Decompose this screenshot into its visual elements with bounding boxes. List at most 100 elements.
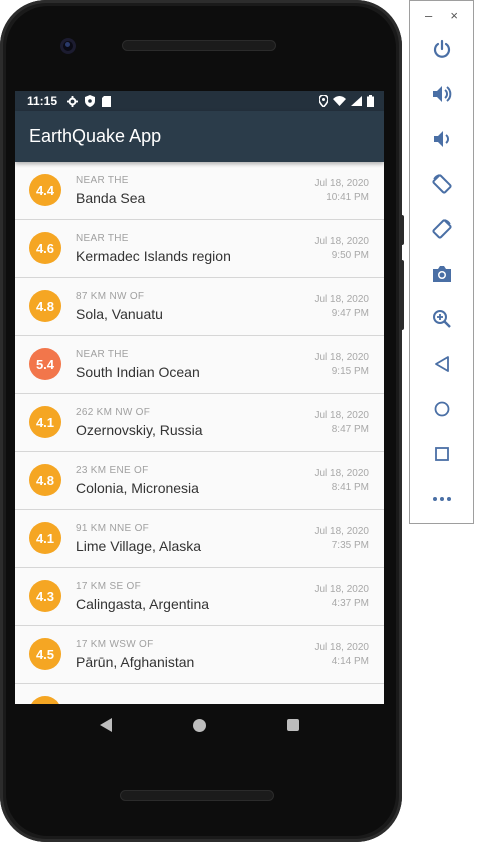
- close-button[interactable]: ×: [450, 8, 458, 23]
- back-icon: [435, 356, 449, 372]
- zoom-button[interactable]: [426, 303, 458, 335]
- magnitude-circle: 4.3: [29, 580, 61, 612]
- earthquake-row[interactable]: 4.5 17 KM WSW OF Pārūn, Afghanistan Jul 18,…: [15, 626, 384, 684]
- quake-date: Jul 18, 2020: [314, 584, 370, 595]
- location-offset: NEAR THE: [76, 233, 129, 244]
- earthquake-row[interactable]: 4.1 91 KM NNE OF Lime Village, Alaska Jul 1…: [15, 510, 384, 568]
- nav-back-icon[interactable]: [100, 718, 113, 732]
- magnitude-circle: 4.1: [29, 522, 61, 554]
- zoom-icon: [433, 310, 451, 328]
- bottom-speaker: [120, 790, 274, 801]
- primary-location: Banda Sea: [76, 190, 146, 206]
- side-button-volume: [400, 215, 404, 245]
- primary-location: Kermadec Islands region: [76, 248, 231, 264]
- earthquake-row[interactable]: 4.4 NEAR THE Banda Sea Jul 18, 2020 10:41 PM: [15, 162, 384, 220]
- location-offset: 87 KM NW OF: [76, 291, 145, 302]
- screenshot-button[interactable]: [426, 258, 458, 290]
- camera-icon: [433, 266, 451, 282]
- quake-date: Jul 18, 2020: [314, 642, 370, 653]
- quake-time: 4:14 PM: [331, 656, 369, 667]
- quake-time: 9:47 PM: [331, 308, 369, 319]
- emulator-toolbar: – ×: [409, 0, 474, 524]
- rotate-right-button[interactable]: [426, 213, 458, 245]
- power-icon: [433, 39, 451, 58]
- quake-time: 4:37 PM: [331, 598, 369, 609]
- volume-up-button[interactable]: [426, 78, 458, 110]
- primary-location: Pārūn, Afghanistan: [76, 654, 195, 670]
- nav-recents-icon[interactable]: [286, 719, 299, 731]
- quake-date: Jul 18, 2020: [314, 178, 370, 189]
- earthquake-row[interactable]: [15, 684, 384, 704]
- primary-location: Sola, Vanuatu: [76, 306, 163, 322]
- quake-time: 8:47 PM: [331, 424, 369, 435]
- quake-time: 10:41 PM: [326, 192, 369, 203]
- location-offset: NEAR THE: [76, 349, 129, 360]
- quake-time: 8:41 PM: [331, 482, 369, 493]
- volume-down-button[interactable]: [426, 123, 458, 155]
- quake-date: Jul 18, 2020: [314, 294, 370, 305]
- location-icon: [319, 95, 328, 107]
- wifi-icon: [333, 96, 346, 106]
- quake-date: Jul 18, 2020: [314, 468, 370, 479]
- signal-icon: [351, 96, 362, 106]
- nav-home-icon[interactable]: [192, 718, 206, 732]
- magnitude-circle: 4.5: [29, 638, 61, 670]
- minimize-button[interactable]: –: [425, 8, 432, 23]
- quake-time: 9:15 PM: [331, 366, 369, 377]
- power-button[interactable]: [426, 33, 458, 65]
- quake-date: Jul 18, 2020: [314, 410, 370, 421]
- settings-icon: [67, 95, 79, 107]
- overview-button[interactable]: [426, 438, 458, 470]
- quake-date: Jul 18, 2020: [314, 526, 370, 537]
- location-offset: 17 KM SE OF: [76, 581, 141, 592]
- shield-icon: [85, 95, 96, 107]
- side-button-power: [400, 260, 404, 330]
- rotate-left-button[interactable]: [426, 168, 458, 200]
- top-speaker: [122, 40, 276, 51]
- location-offset: NEAR THE: [76, 175, 129, 186]
- magnitude-circle: [29, 696, 61, 704]
- device-screen: 11:15 EarthQuake App 4.4 NEAR THE Banda Se…: [15, 91, 384, 704]
- more-button[interactable]: [426, 483, 458, 515]
- home-button[interactable]: [426, 393, 458, 425]
- more-icon: [433, 497, 451, 501]
- primary-location: Calingasta, Argentina: [76, 596, 210, 612]
- magnitude-circle: 4.6: [29, 232, 61, 264]
- app-title: EarthQuake App: [29, 126, 162, 146]
- rotate-right-icon: [432, 219, 452, 239]
- quake-date: Jul 18, 2020: [314, 352, 370, 363]
- quake-time: 9:50 PM: [331, 250, 369, 261]
- earthquake-row[interactable]: 4.8 87 KM NW OF Sola, Vanuatu Jul 18, 2020 9…: [15, 278, 384, 336]
- volume-down-icon: [434, 131, 449, 147]
- earthquake-row[interactable]: 4.3 17 KM SE OF Calingasta, Argentina Jul 1…: [15, 568, 384, 626]
- sd-card-icon: [102, 95, 112, 107]
- location-offset: 23 KM ENE OF: [76, 465, 149, 476]
- earthquake-row[interactable]: 5.4 NEAR THE South Indian Ocean Jul 18, 202…: [15, 336, 384, 394]
- magnitude-circle: 4.8: [29, 290, 61, 322]
- home-icon: [434, 401, 450, 417]
- primary-location: Colonia, Micronesia: [76, 480, 199, 496]
- overview-icon: [435, 447, 449, 461]
- status-time: 11:15: [27, 94, 58, 108]
- location-offset: 262 KM NW OF: [76, 407, 151, 418]
- location-offset: 17 KM WSW OF: [76, 639, 154, 650]
- app-bar: EarthQuake App: [15, 111, 384, 162]
- battery-icon: [367, 95, 374, 107]
- back-button[interactable]: [426, 348, 458, 380]
- earthquake-row[interactable]: 4.1 262 KM NW OF Ozernovskiy, Russia Jul 18…: [15, 394, 384, 452]
- front-camera: [60, 38, 76, 54]
- earthquake-row[interactable]: 4.6 NEAR THE Kermadec Islands region Jul 18…: [15, 220, 384, 278]
- status-bar: 11:15: [15, 91, 384, 111]
- magnitude-circle: 4.4: [29, 174, 61, 206]
- earthquake-row[interactable]: 4.8 23 KM ENE OF Colonia, Micronesia Jul 18…: [15, 452, 384, 510]
- volume-up-icon: [433, 86, 452, 102]
- primary-location: South Indian Ocean: [76, 364, 200, 380]
- primary-location: Ozernovskiy, Russia: [76, 422, 203, 438]
- magnitude-circle: 4.1: [29, 406, 61, 438]
- android-nav-bar: [15, 704, 384, 746]
- magnitude-circle: 5.4: [29, 348, 61, 380]
- earthquake-list[interactable]: 4.4 NEAR THE Banda Sea Jul 18, 2020 10:41 PM…: [15, 162, 384, 704]
- rotate-left-icon: [432, 174, 452, 194]
- primary-location: Lime Village, Alaska: [76, 538, 202, 554]
- quake-time: 7:35 PM: [331, 540, 369, 551]
